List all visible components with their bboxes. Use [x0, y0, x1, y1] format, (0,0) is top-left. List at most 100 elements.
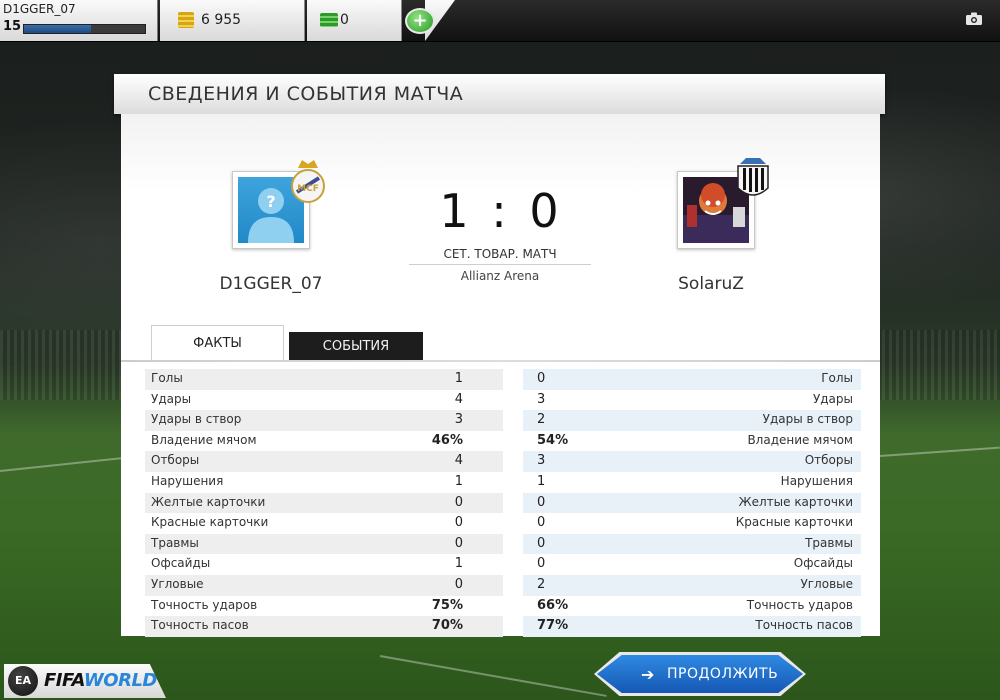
stat-label-away: Владение мячом — [747, 432, 853, 447]
stat-row: Владение мячом 46% 54% Владение мячом — [145, 430, 861, 452]
stat-value-home: 46% — [431, 432, 463, 448]
stat-value-home: 4 — [454, 453, 463, 469]
logo-text-world: WORLD — [83, 670, 157, 691]
stat-label-away: Красные карточки — [735, 515, 853, 530]
stat-away-cell — [523, 369, 861, 390]
player-level: 15 — [3, 19, 22, 34]
stat-label-home: Нарушения — [151, 473, 224, 488]
stat-value-away: 0 — [537, 515, 546, 531]
fifa-world-logo: EA FIFAWORLD — [4, 664, 166, 698]
stat-value-away: 0 — [537, 371, 546, 386]
player-name: D1GGER_07 — [3, 2, 76, 16]
page-title: СВЕДЕНИЯ И СОБЫТИЯ МАТЧА — [148, 83, 464, 105]
stat-value-home: 0 — [454, 494, 463, 510]
player-profile[interactable]: D1GGER_07 15 — [0, 0, 158, 41]
stat-away-cell — [523, 389, 861, 411]
stat-label-home: Офсайды — [151, 556, 211, 571]
stat-row: Отборы 4 3 Отборы — [145, 451, 861, 472]
stat-label-away: Точность ударов — [746, 597, 853, 612]
stat-value-home: 1 — [454, 556, 463, 572]
arrow-right-icon: ➔ — [641, 665, 655, 684]
away-team-name: SolaruZ — [678, 274, 744, 294]
stat-label-away: Точность пасов — [755, 618, 853, 633]
tabs-divider — [121, 360, 880, 362]
stat-value-home: 3 — [454, 412, 463, 428]
stat-label-away: Нарушения — [780, 473, 853, 488]
stat-row: Офсайды 1 0 Офсайды — [145, 554, 861, 575]
fifa-points-icon — [320, 13, 338, 27]
stat-value-away: 0 — [537, 535, 546, 551]
stat-label-home: Голы — [151, 371, 183, 385]
away-team-avatar[interactable] — [677, 158, 769, 249]
stat-value-home: 70% — [431, 618, 463, 634]
match-details-panel: ? MCF D1GGER_07 1 : 0 СЕТ. ТОВАР. МАТЧ A… — [121, 114, 880, 637]
xp-progress-fill — [24, 25, 91, 33]
stat-value-away: 3 — [537, 391, 546, 407]
stat-label-home: Владение мячом — [151, 432, 257, 447]
stat-row: Желтые карточки 0 0 Желтые карточки — [145, 492, 861, 514]
stat-label-home: Угловые — [151, 576, 204, 591]
stat-row: Удары 4 3 Удары — [145, 389, 861, 411]
home-team-name: D1GGER_07 — [219, 274, 323, 294]
fifa-world-wordmark: FIFAWORLD — [44, 670, 157, 691]
stat-value-away: 2 — [537, 412, 546, 428]
stat-label-home: Красные карточки — [151, 515, 269, 530]
stat-value-home: 4 — [454, 391, 463, 407]
stat-value-home: 75% — [431, 597, 463, 613]
fifa-points-value: 0 — [340, 12, 349, 28]
stat-label-away: Офсайды — [793, 556, 853, 571]
stat-label-home: Желтые карточки — [151, 494, 266, 509]
stat-value-away: 3 — [537, 453, 546, 469]
logo-text-fifa: FIFA — [44, 670, 84, 691]
stat-value-away: 54% — [537, 432, 569, 448]
continue-label: ПРОДОЛЖИТЬ — [667, 666, 779, 682]
stat-row: Точность пасов 70% 77% Точность пасов — [145, 616, 861, 637]
stat-label-away: Удары в створ — [762, 412, 853, 427]
tab-facts[interactable]: ФАКТЫ — [151, 325, 284, 361]
stat-label-home: Удары в створ — [151, 412, 242, 427]
top-bar: D1GGER_07 15 6 955 0 + — [0, 0, 1000, 42]
match-type: СЕТ. ТОВАР. МАТЧ — [409, 247, 591, 265]
stat-label-home: Удары — [151, 391, 192, 406]
stat-value-away: 66% — [537, 597, 569, 613]
panel-header: СВЕДЕНИЯ И СОБЫТИЯ МАТЧА — [114, 74, 885, 114]
stat-row: Угловые 0 2 Угловые — [145, 574, 861, 596]
stat-row: Нарушения 1 1 Нарушения — [145, 471, 861, 493]
continue-button[interactable]: ➔ ПРОДОЛЖИТЬ — [597, 655, 803, 693]
stat-row: Удары в створ 3 2 Удары в створ — [145, 410, 861, 431]
stat-value-home: 0 — [454, 535, 463, 551]
stat-label-away: Угловые — [800, 576, 853, 591]
stat-value-away: 2 — [537, 576, 546, 592]
stat-label-home: Точность ударов — [151, 597, 258, 612]
camera-icon[interactable] — [966, 12, 982, 25]
fifa-points-counter: 0 — [307, 0, 402, 41]
coins-value: 6 955 — [201, 12, 242, 28]
ea-sports-logo: EA — [8, 666, 38, 696]
stat-value-away: 1 — [537, 473, 546, 489]
match-score: 1 : 0 — [439, 184, 563, 238]
svg-text:MCF: MCF — [297, 184, 319, 194]
home-team-avatar[interactable]: ? MCF — [232, 160, 325, 249]
stat-label-home: Точность пасов — [151, 618, 249, 633]
add-points-button[interactable]: + — [405, 8, 435, 34]
svg-text:?: ? — [266, 192, 275, 211]
tab-events[interactable]: СОБЫТИЯ — [289, 332, 423, 361]
stat-label-away: Желтые карточки — [738, 494, 853, 509]
stat-row: Красные карточки 0 0 Красные карточки — [145, 513, 861, 534]
stat-value-away: 0 — [537, 556, 546, 572]
stat-label-home: Травмы — [151, 535, 199, 550]
match-stats-table: Голы 1 0 Голы Удары 4 3 Удары Удары в створ 3 2 Уда… — [145, 369, 861, 637]
stat-label-home: Отборы — [151, 453, 200, 468]
stat-value-home: 0 — [454, 515, 463, 531]
real-madrid-badge: MCF — [291, 160, 325, 203]
stat-value-home: 0 — [454, 576, 463, 592]
newcastle-badge — [737, 158, 769, 196]
stat-label-away: Голы — [821, 371, 853, 385]
stat-row: Голы 1 0 Голы — [145, 369, 861, 390]
stat-label-away: Отборы — [804, 453, 853, 468]
stat-value-away: 77% — [537, 618, 569, 634]
stat-value-home: 1 — [454, 371, 463, 386]
coins-icon — [178, 12, 194, 28]
stat-label-away: Удары — [812, 391, 853, 406]
stat-row: Травмы 0 0 Травмы — [145, 533, 861, 555]
